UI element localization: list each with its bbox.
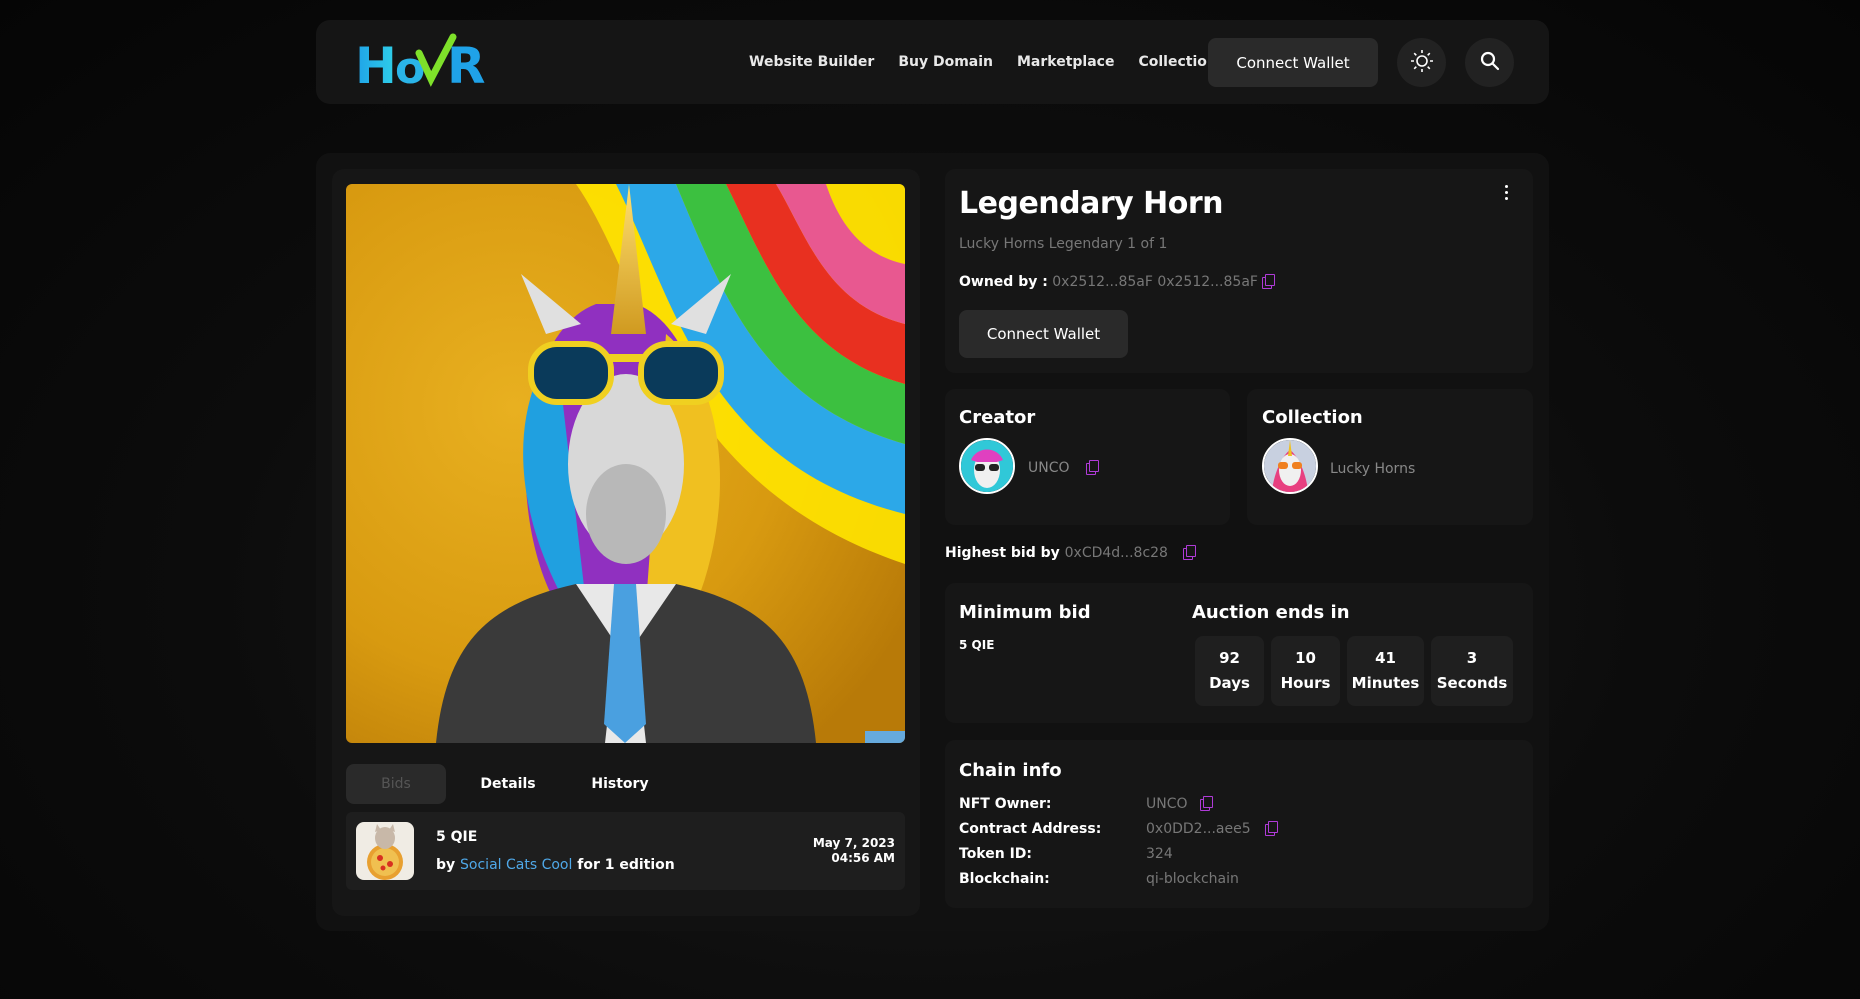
collection-heading: Collection <box>1262 407 1363 428</box>
collection-name[interactable]: Lucky Horns <box>1330 461 1415 477</box>
svg-text:H: H <box>355 37 397 91</box>
bidder-link[interactable]: Social Cats Cool <box>460 857 572 873</box>
copy-owner-icon[interactable] <box>1262 274 1276 289</box>
chain-contract-label: Contract Address: <box>959 821 1102 837</box>
chain-owner-label: NFT Owner: <box>959 796 1052 812</box>
bid-amount: 5 QIE <box>436 829 478 845</box>
svg-text:R: R <box>447 37 486 91</box>
chain-token-value: 324 <box>1146 846 1173 862</box>
chain-token-label: Token ID: <box>959 846 1033 862</box>
highest-bid-line: Highest bid by 0xCD4d...8c28 <box>945 545 1196 561</box>
highest-bidder-address: 0xCD4d...8c28 <box>1064 545 1168 561</box>
chain-contract-value: 0x0DD2...aee5 <box>1146 821 1279 837</box>
activity-tabs: Bids Details History <box>346 764 670 804</box>
nft-title: Legendary Horn <box>959 186 1224 221</box>
tab-details[interactable]: Details <box>446 764 570 804</box>
copy-nft-owner-icon[interactable] <box>1199 796 1213 811</box>
bid-edition-suffix: for 1 edition <box>577 857 675 873</box>
sun-icon <box>1410 49 1434 77</box>
owner-line: Owned by : 0x2512...85aF 0x2512...85aF <box>959 274 1276 290</box>
owner-address: 0x2512...85aF 0x2512...85aF <box>1052 274 1258 290</box>
bid-date: May 7, 2023 <box>812 836 895 850</box>
chain-owner-value: UNCO <box>1146 796 1213 812</box>
nav-marketplace[interactable]: Marketplace <box>1017 54 1114 70</box>
nft-subtitle: Lucky Horns Legendary 1 of 1 <box>959 236 1168 252</box>
minimum-bid-heading: Minimum bid <box>959 602 1091 623</box>
tab-history[interactable]: History <box>570 764 670 804</box>
chain-blockchain-label: Blockchain: <box>959 871 1050 887</box>
bid-timestamp: May 7, 2023 04:56 AM <box>813 836 895 866</box>
copy-creator-icon[interactable] <box>1085 460 1099 475</box>
site-header: H o R Website Builder Buy Domain Marketp… <box>316 20 1549 104</box>
auction-ends-heading: Auction ends in <box>1192 602 1350 623</box>
connect-wallet-button[interactable]: Connect Wallet <box>959 310 1128 358</box>
bid-by-line: by Social Cats Cool for 1 edition <box>436 857 675 873</box>
bid-list-item: 5 QIE by Social Cats Cool for 1 edition … <box>346 812 905 890</box>
nft-artwork-image <box>346 184 905 743</box>
bidder-avatar <box>356 822 414 880</box>
timer-seconds: 3 Seconds <box>1431 636 1513 706</box>
search-icon <box>1480 51 1500 75</box>
owned-by-label: Owned by : <box>959 274 1048 290</box>
timer-minutes: 41 Minutes <box>1347 636 1424 706</box>
timer-hours: 10 Hours <box>1271 636 1340 706</box>
bid-by-prefix: by <box>436 857 456 873</box>
creator-avatar[interactable] <box>959 438 1015 494</box>
chain-blockchain-value: qi-blockchain <box>1146 871 1239 887</box>
creator-heading: Creator <box>959 407 1036 428</box>
timer-days: 92 Days <box>1195 636 1264 706</box>
collection-avatar[interactable] <box>1262 438 1318 494</box>
hovr-logo[interactable]: H o R <box>355 33 495 95</box>
highest-bid-label: Highest bid by <box>945 545 1060 561</box>
theme-toggle-button[interactable] <box>1397 38 1446 87</box>
creator-name: UNCO <box>1028 460 1099 476</box>
minimum-bid-value: 5 QIE <box>959 638 995 652</box>
main-nav: Website Builder Buy Domain Marketplace C… <box>749 20 1249 104</box>
copy-contract-icon[interactable] <box>1265 821 1279 836</box>
header-connect-wallet-button[interactable]: Connect Wallet <box>1208 38 1378 87</box>
more-options-icon[interactable] <box>1500 185 1512 205</box>
bid-time: 04:56 AM <box>831 851 895 865</box>
copy-highest-bidder-icon[interactable] <box>1182 545 1196 560</box>
search-button[interactable] <box>1465 38 1514 87</box>
tab-bids[interactable]: Bids <box>346 764 446 804</box>
nav-buy-domain[interactable]: Buy Domain <box>898 54 993 70</box>
nav-website-builder[interactable]: Website Builder <box>749 54 874 70</box>
chain-info-heading: Chain info <box>959 760 1062 781</box>
